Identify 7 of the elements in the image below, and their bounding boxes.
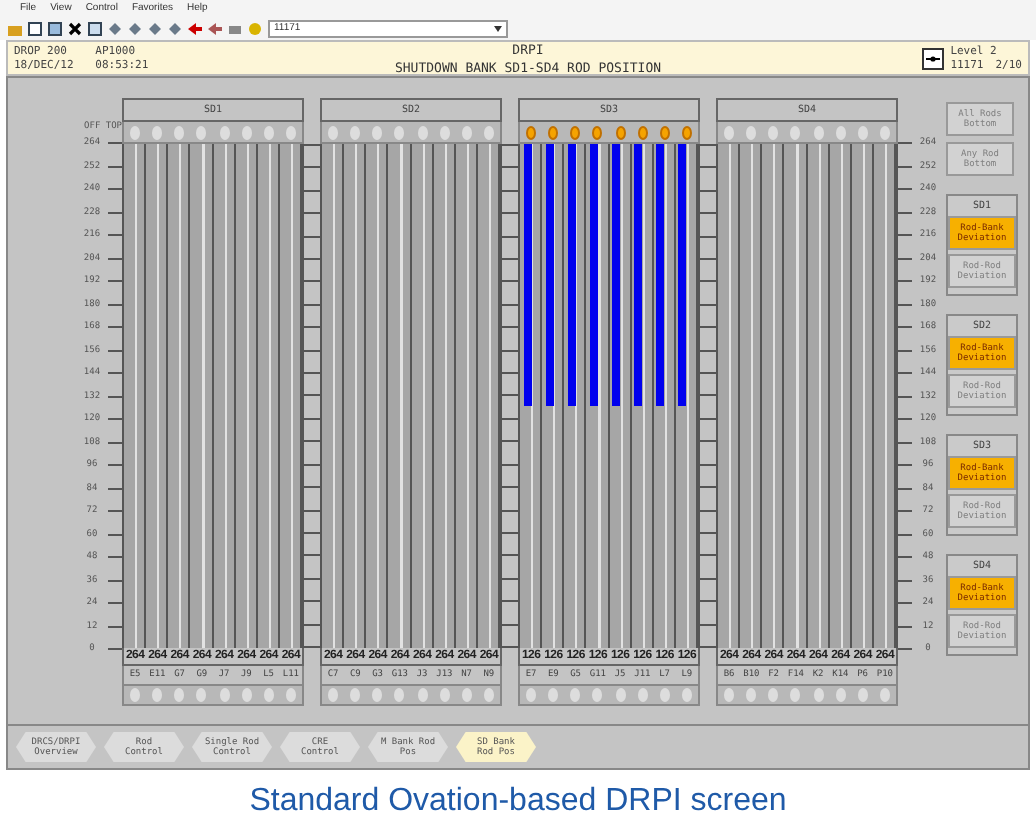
dropdown-caret-icon[interactable] — [494, 25, 502, 31]
window-icon[interactable] — [48, 21, 62, 35]
link-icon[interactable] — [922, 48, 945, 70]
arrow-icon[interactable] — [208, 21, 222, 35]
caption: Standard Ovation-based DRPI screen — [247, 781, 789, 821]
close-icon[interactable] — [68, 21, 82, 35]
arrow-icon[interactable] — [188, 21, 202, 35]
